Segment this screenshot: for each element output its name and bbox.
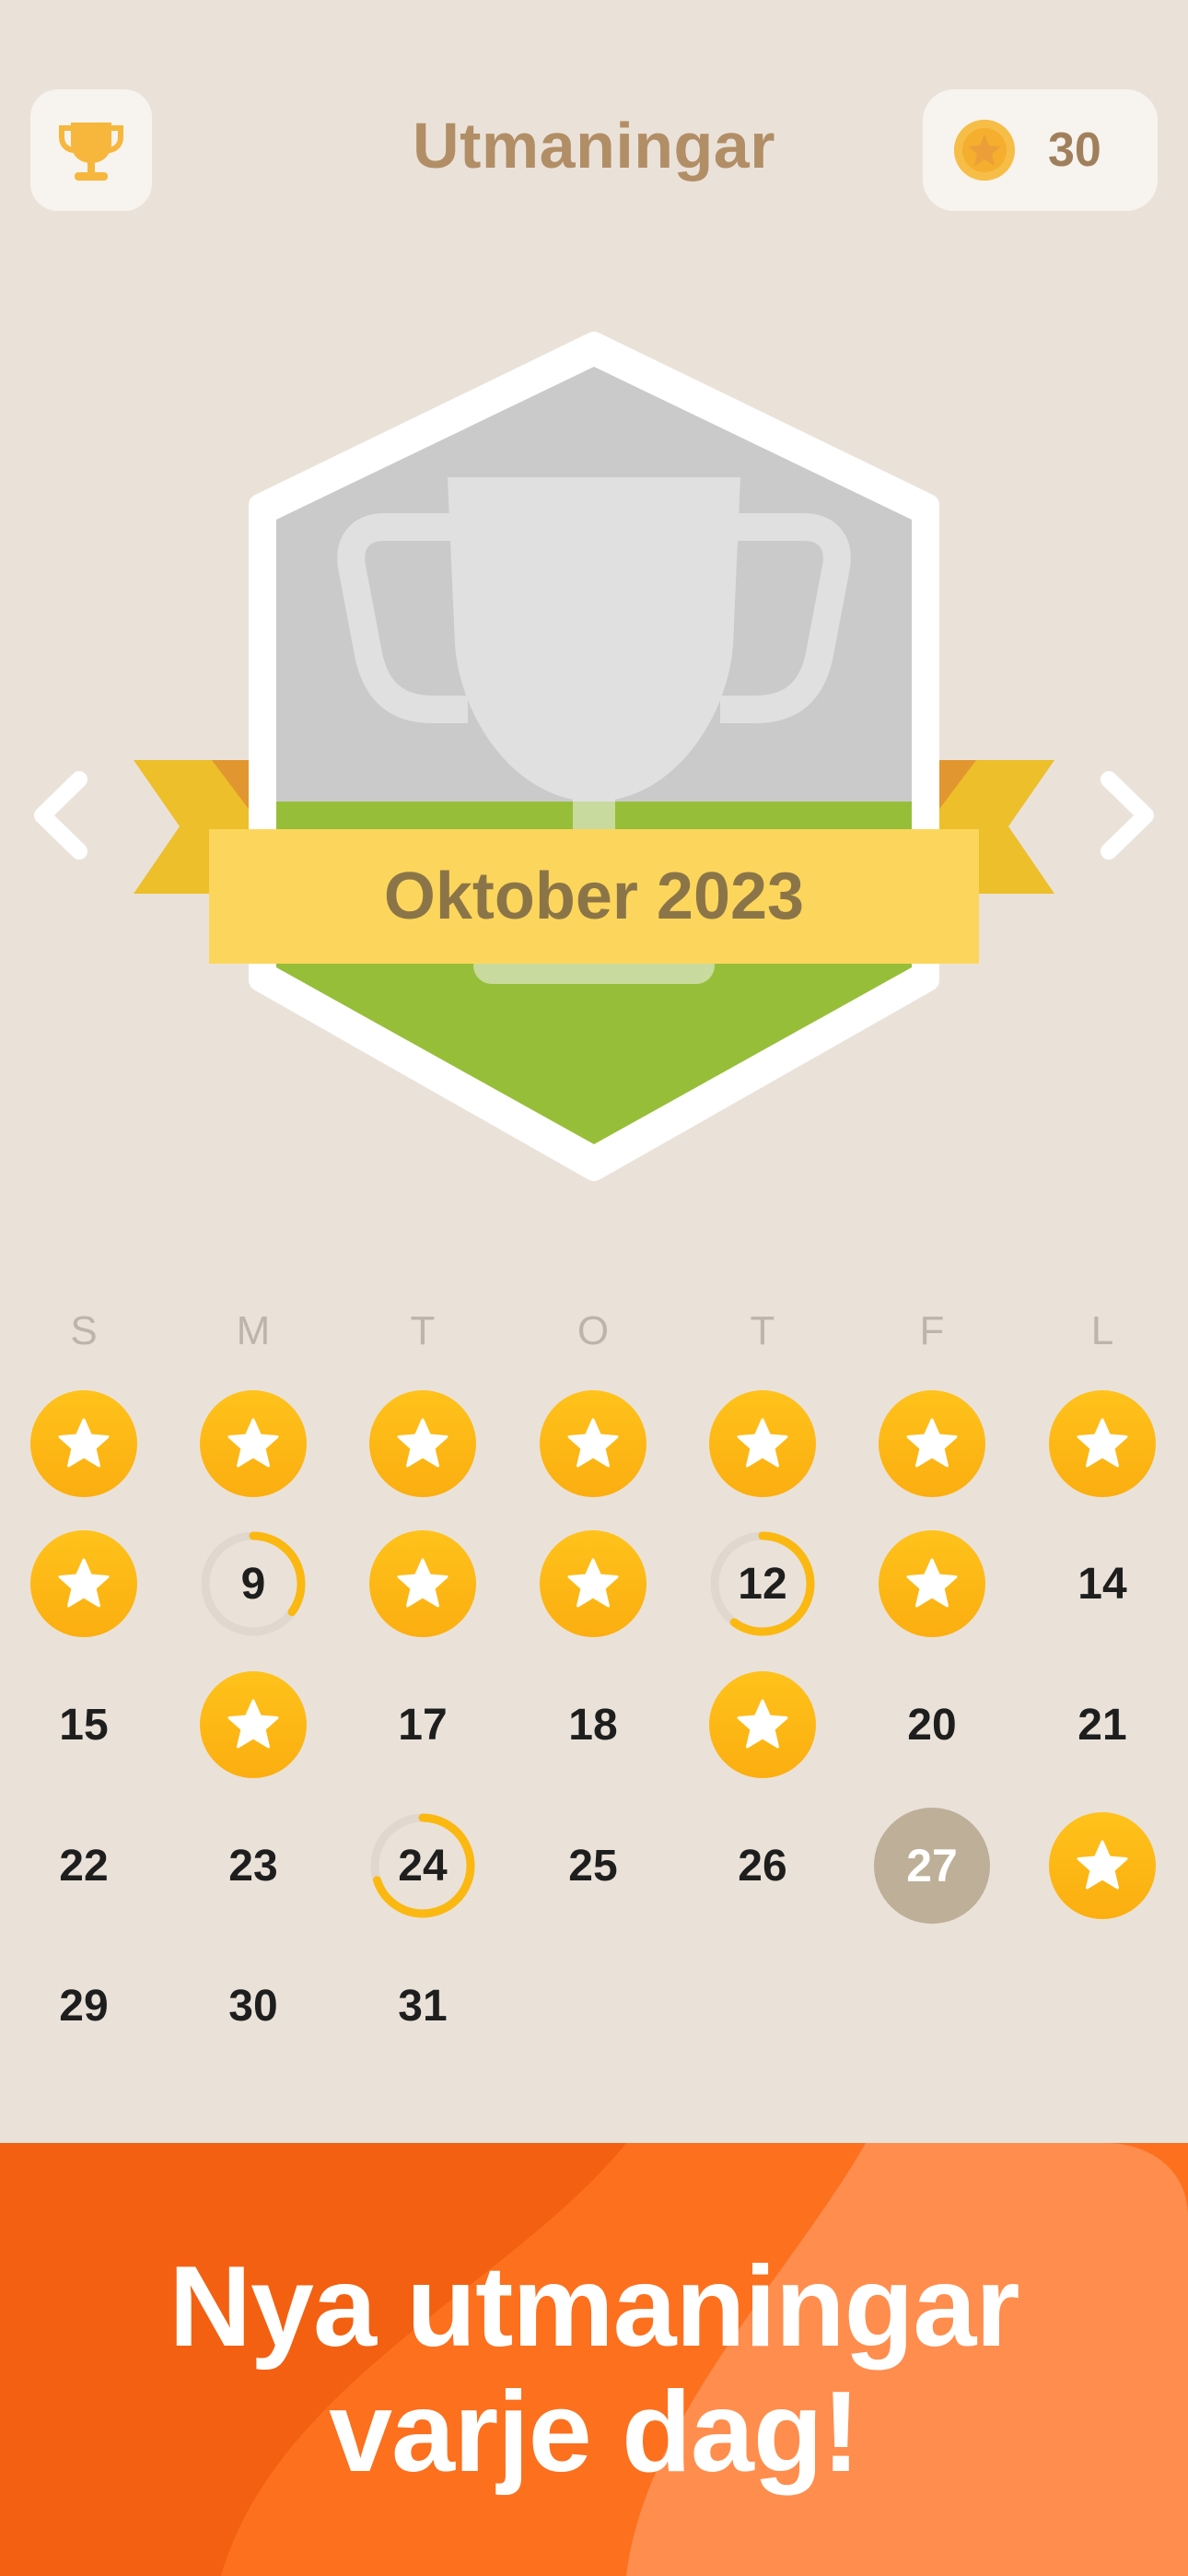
next-month-button[interactable] [1089, 765, 1162, 871]
day-number: 29 [59, 1981, 109, 2031]
coin-balance[interactable]: 30 [923, 89, 1158, 211]
star-icon [737, 1699, 788, 1749]
day-number: 9 [240, 1559, 266, 1609]
day-number: 21 [1077, 1700, 1127, 1750]
star-icon [567, 1418, 619, 1468]
star-icon [58, 1558, 110, 1608]
weekday-label: O [577, 1308, 610, 1353]
weekday-label: L [1090, 1308, 1114, 1353]
coin-star-icon [954, 120, 1015, 181]
calendar-day-19[interactable] [709, 1671, 816, 1778]
calendar-day-20[interactable]: 20 [879, 1671, 985, 1778]
promo-banner: Nya utmaningar varje dag! [0, 2143, 1188, 2576]
day-number: 18 [568, 1700, 618, 1750]
calendar-day-4[interactable] [540, 1390, 646, 1497]
star-icon [1077, 1418, 1128, 1468]
calendar-day-7[interactable] [1049, 1390, 1156, 1497]
header: Utmaningar 30 [0, 0, 1188, 304]
calendar-day-16[interactable] [200, 1671, 307, 1778]
calendar-day-1[interactable] [30, 1390, 137, 1497]
calendar-day-10[interactable] [369, 1530, 476, 1637]
chevron-right-icon [1101, 771, 1154, 860]
day-number: 23 [228, 1841, 278, 1891]
coin-count: 30 [1048, 123, 1101, 177]
badge-artwork [134, 332, 1054, 1181]
day-number: 24 [398, 1841, 448, 1891]
calendar-day-26[interactable]: 26 [709, 1812, 816, 1919]
calendar-day-18[interactable]: 18 [540, 1671, 646, 1778]
calendar-day-9[interactable]: 9 [200, 1530, 307, 1637]
calendar-day-21[interactable]: 21 [1049, 1671, 1156, 1778]
calendar-day-30[interactable]: 30 [200, 1952, 307, 2059]
star-icon [58, 1418, 110, 1468]
day-number: 22 [59, 1841, 109, 1891]
day-number: 17 [398, 1700, 448, 1750]
month-label: Oktober 2023 [383, 860, 805, 933]
calendar-day-27[interactable]: 27 [874, 1808, 990, 1924]
day-number: 12 [738, 1559, 787, 1609]
calendar-day-24[interactable]: 24 [369, 1812, 476, 1919]
calendar-day-31[interactable]: 31 [369, 1952, 476, 2059]
star-icon [227, 1418, 279, 1468]
calendar-day-3[interactable] [369, 1390, 476, 1497]
star-icon [906, 1418, 958, 1468]
calendar-day-28[interactable] [1049, 1812, 1156, 1919]
star-icon [1077, 1840, 1128, 1890]
promo-headline: Nya utmaningar varje dag! [0, 2244, 1188, 2495]
star-icon [227, 1699, 279, 1749]
weekday-label: T [410, 1308, 436, 1353]
day-number: 26 [738, 1841, 787, 1891]
star-icon [397, 1558, 448, 1608]
day-number: 31 [398, 1981, 448, 2031]
calendar-day-23[interactable]: 23 [200, 1812, 307, 1919]
weekday-header: S M T O T F L [0, 1308, 1188, 1364]
weekday-label: F [919, 1308, 945, 1353]
day-number: 27 [906, 1840, 958, 1891]
calendar-day-22[interactable]: 22 [30, 1812, 137, 1919]
day-number: 14 [1077, 1559, 1127, 1609]
calendar-day-15[interactable]: 15 [30, 1671, 137, 1778]
promo-line-1: Nya utmaningar [169, 2243, 1019, 2371]
weekday-label: T [750, 1308, 775, 1353]
prev-month-button[interactable] [26, 765, 99, 871]
calendar-day-5[interactable] [709, 1390, 816, 1497]
calendar-day-14[interactable]: 14 [1049, 1530, 1156, 1637]
calendar-day-11[interactable] [540, 1530, 646, 1637]
monthly-badge: Oktober 2023 [0, 332, 1188, 1188]
calendar-day-25[interactable]: 25 [540, 1812, 646, 1919]
star-icon [906, 1558, 958, 1608]
calendar-day-13[interactable] [879, 1530, 985, 1637]
day-number: 20 [907, 1700, 957, 1750]
promo-line-2: varje dag! [329, 2369, 860, 2496]
weekday-label: M [236, 1308, 271, 1353]
star-icon [397, 1418, 448, 1468]
star-icon [737, 1418, 788, 1468]
star-icon [567, 1558, 619, 1608]
calendar-day-29[interactable]: 29 [30, 1952, 137, 2059]
chevron-left-icon [34, 771, 87, 860]
day-number: 30 [228, 1981, 278, 2031]
calendar-day-8[interactable] [30, 1530, 137, 1637]
day-number: 25 [568, 1841, 618, 1891]
calendar-day-12[interactable]: 12 [709, 1530, 816, 1637]
calendar-day-2[interactable] [200, 1390, 307, 1497]
calendar-day-17[interactable]: 17 [369, 1671, 476, 1778]
weekday-label: S [70, 1308, 98, 1353]
day-number: 15 [59, 1700, 109, 1750]
calendar-day-6[interactable] [879, 1390, 985, 1497]
